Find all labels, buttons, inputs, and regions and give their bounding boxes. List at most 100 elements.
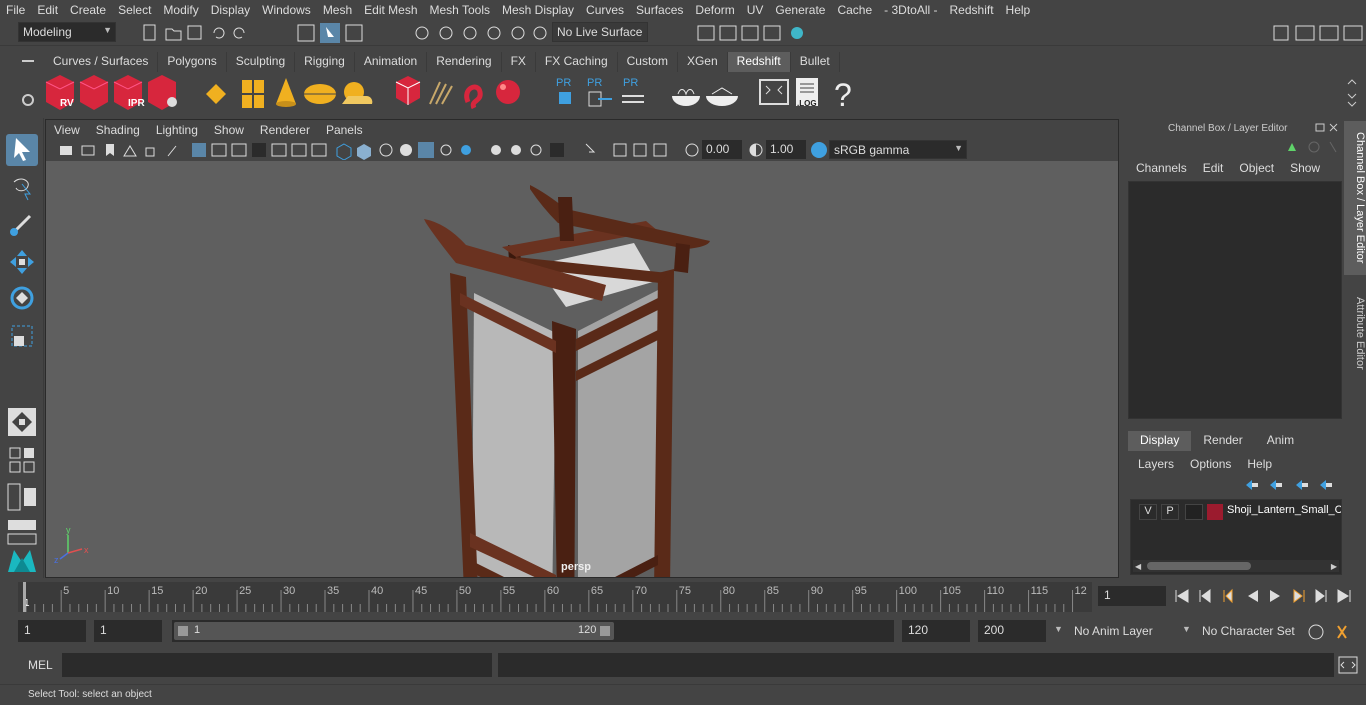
menu-uv[interactable]: UV — [741, 3, 770, 17]
panel-tool-icons[interactable] — [54, 140, 714, 160]
lasso-tool-icon[interactable] — [6, 172, 38, 204]
menu-mesh-tools[interactable]: Mesh Tools — [424, 3, 496, 17]
layout-two-icon[interactable] — [6, 482, 38, 514]
shelf-tab-animation[interactable]: Animation — [355, 52, 428, 72]
menu-edit[interactable]: Edit — [31, 3, 64, 17]
menu-display[interactable]: Display — [205, 3, 256, 17]
side-tab-attribute-editor[interactable]: Attribute Editor — [1344, 283, 1366, 383]
channel-menu-object[interactable]: Object — [1231, 161, 1282, 179]
layer-color-swatch[interactable] — [1207, 504, 1223, 520]
anim-layer-dropdown[interactable]: ▼ No Anim Layer — [1052, 621, 1172, 643]
range-slider[interactable]: 1 120 — [172, 620, 894, 642]
start-time-field[interactable]: 1 — [18, 620, 86, 642]
panel-float-close-icons[interactable] — [1314, 122, 1342, 134]
menu-windows[interactable]: Windows — [256, 3, 317, 17]
playback-end-field[interactable]: 120 — [902, 620, 970, 642]
panel-menu-renderer[interactable]: Renderer — [252, 123, 318, 137]
menu-help[interactable]: Help — [1000, 3, 1037, 17]
snap-icons[interactable] — [412, 23, 548, 43]
script-language-label[interactable]: MEL — [28, 658, 53, 672]
viewport-3d[interactable]: x y z persp — [46, 161, 1118, 577]
menu-generate[interactable]: Generate — [769, 3, 831, 17]
range-start-handle[interactable] — [178, 626, 188, 636]
layer-display-type[interactable] — [1185, 504, 1203, 520]
range-slider-handle[interactable]: 1 120 — [174, 622, 614, 640]
move-tool-icon[interactable] — [6, 246, 38, 278]
workspace-icons[interactable] — [1270, 23, 1364, 43]
panel-menu-show[interactable]: Show — [206, 123, 252, 137]
channel-box-list[interactable] — [1128, 181, 1342, 419]
menu-curves[interactable]: Curves — [580, 3, 630, 17]
gamma-field[interactable]: 1.00 — [766, 140, 806, 159]
current-frame-field[interactable]: 1 — [1098, 586, 1166, 606]
channel-box-tool-icons[interactable] — [1286, 139, 1342, 155]
layer-scroll-thumb[interactable] — [1147, 562, 1251, 570]
menu-deform[interactable]: Deform — [689, 3, 740, 17]
colorspace-dropdown[interactable]: sRGB gamma ▼ — [829, 140, 967, 159]
shelf-tab-xgen[interactable]: XGen — [678, 52, 728, 72]
selection-mask-icons[interactable] — [296, 23, 366, 43]
menu-redshift[interactable]: Redshift — [944, 3, 1000, 17]
layer-tab-display[interactable]: Display — [1128, 431, 1192, 451]
shelf-tab-polygons[interactable]: Polygons — [158, 52, 227, 72]
layer-scrollbar[interactable]: ◀ ▶ — [1133, 560, 1339, 572]
layer-menu-options[interactable]: Options — [1190, 457, 1247, 471]
layer-playback-toggle[interactable]: P — [1161, 504, 1179, 520]
menu-cache[interactable]: Cache — [831, 3, 878, 17]
shelf-tab-fx[interactable]: FX — [502, 52, 536, 72]
shelf-tab-bullet[interactable]: Bullet — [791, 52, 840, 72]
range-end-handle[interactable] — [600, 626, 610, 636]
shelf-tab-sculpting[interactable]: Sculpting — [227, 52, 296, 72]
layer-tab-anim[interactable]: Anim — [1255, 431, 1306, 451]
character-set-dropdown[interactable]: ▼ No Character Set — [1180, 621, 1300, 643]
panel-menu-lighting[interactable]: Lighting — [148, 123, 206, 137]
menu-mesh-display[interactable]: Mesh Display — [496, 3, 580, 17]
command-input[interactable] — [62, 653, 492, 677]
live-surface-field[interactable]: No Live Surface — [552, 22, 648, 42]
panel-menu-shading[interactable]: Shading — [88, 123, 148, 137]
layer-tab-render[interactable]: Render — [1191, 431, 1254, 451]
shelf-tab-curves-surfaces[interactable]: Curves / Surfaces — [44, 52, 159, 72]
layer-menu-help[interactable]: Help — [1247, 457, 1288, 471]
render-icons[interactable] — [696, 23, 808, 43]
rotate-tool-icon[interactable] — [6, 282, 38, 314]
layer-menu-layers[interactable]: Layers — [1138, 457, 1190, 471]
help-icon[interactable]: ? — [834, 77, 852, 113]
menu-file[interactable]: File — [0, 3, 31, 17]
channel-menu-edit[interactable]: Edit — [1195, 161, 1232, 179]
menu-mesh[interactable]: Mesh — [317, 3, 358, 17]
menu-modify[interactable]: Modify — [157, 3, 204, 17]
menu-3dtoall[interactable]: - 3DtoAll - — [878, 3, 943, 17]
playback-start-field[interactable]: 1 — [94, 620, 162, 642]
scroll-right-icon[interactable]: ▶ — [1331, 562, 1337, 571]
panel-menu-panels[interactable]: Panels — [318, 123, 371, 137]
redshift-shelf-icons[interactable]: RV IPR PR PR PR .LOG ? — [44, 72, 874, 116]
exposure-field[interactable]: 0.00 — [702, 140, 742, 159]
shelf-gear-icons[interactable] — [18, 56, 38, 112]
playback-controls[interactable] — [1172, 586, 1362, 608]
time-ruler[interactable]: 5 10 15 20 25 30 35 40 45 50 55 60 65 70 75 80 85 90 95 100… — [18, 582, 1092, 612]
end-time-field[interactable]: 200 — [978, 620, 1046, 642]
side-tab-channel-box[interactable]: Channel Box / Layer Editor — [1344, 121, 1366, 275]
layer-visibility-toggle[interactable]: V — [1139, 504, 1157, 520]
layer-row[interactable]: V P Shoji_Lantern_Small_C — [1135, 502, 1341, 520]
shelf-scroll-icons[interactable] — [1346, 78, 1358, 108]
anim-pref-icons[interactable] — [1306, 622, 1358, 642]
time-slider[interactable]: 5 10 15 20 25 30 35 40 45 50 55 60 65 70 75 80 85 90 95 100… — [0, 580, 1366, 614]
scale-tool-icon[interactable] — [6, 320, 38, 352]
layer-tool-icons[interactable] — [1242, 477, 1338, 493]
menu-create[interactable]: Create — [64, 3, 112, 17]
panel-menu-view[interactable]: View — [46, 123, 88, 137]
menu-select[interactable]: Select — [112, 3, 157, 17]
shelf-tab-fx-caching[interactable]: FX Caching — [536, 52, 618, 72]
menu-edit-mesh[interactable]: Edit Mesh — [358, 3, 423, 17]
last-tool-icon[interactable] — [6, 406, 38, 438]
color-management-icon[interactable] — [810, 141, 828, 159]
select-tool-icon[interactable] — [6, 134, 38, 166]
shelf-tab-custom[interactable]: Custom — [618, 52, 678, 72]
scroll-left-icon[interactable]: ◀ — [1135, 562, 1141, 571]
script-editor-icon[interactable] — [1338, 656, 1358, 674]
layer-name[interactable]: Shoji_Lantern_Small_C — [1227, 504, 1341, 520]
current-time-marker[interactable] — [23, 582, 26, 612]
menu-surfaces[interactable]: Surfaces — [630, 3, 689, 17]
